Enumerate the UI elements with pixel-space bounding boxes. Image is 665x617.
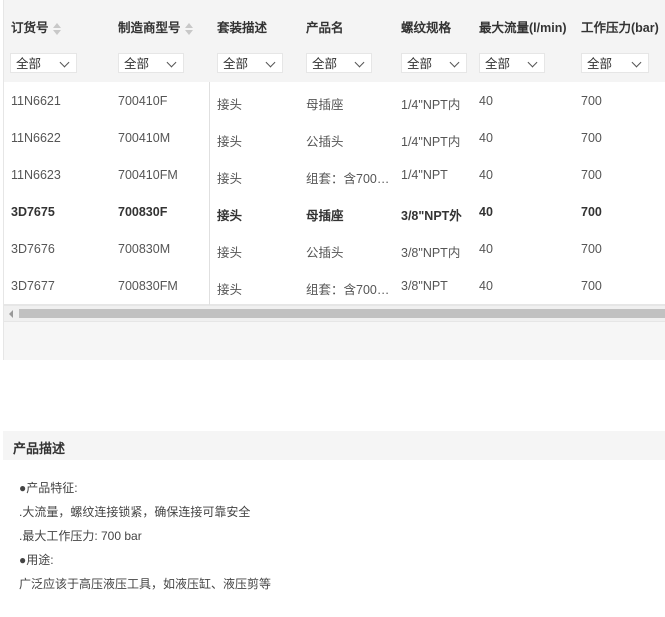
table-cell: 700830F (118, 205, 168, 219)
table-cell: 11N6622 (11, 131, 61, 145)
table-cell: 接头 (217, 135, 243, 149)
table-cell: 700410FM (118, 168, 178, 182)
chevron-down-icon (166, 57, 177, 68)
column-header-product-name: 产品名 (306, 21, 344, 35)
filter-select-manufacturer-model[interactable]: 全部 (118, 53, 184, 73)
description-line: 广泛应该于高压液压工具，如液压缸、液压剪等 (19, 577, 272, 591)
table-cell: 母插座 (306, 209, 344, 223)
description-line: .大流量，螺纹连接锁紧，确保连接可靠安全 (19, 505, 251, 519)
table-row[interactable]: 3D7677 700830FM 接头 组套：含700… 3/8"NPT 40 700 (4, 267, 665, 305)
chevron-down-icon (527, 57, 538, 68)
table-cell: 700410M (118, 131, 171, 145)
table-row[interactable]: 11N6623 700410FM 接头 组套：含700… 1/4"NPT 40 700 (4, 156, 665, 194)
table-cell: 3/8"NPT外 (401, 209, 462, 223)
table-row[interactable]: 11N6621 700410F 接头 母插座 1/4"NPT内 40 700 (4, 82, 665, 120)
table-cell: 3D7676 (11, 242, 55, 256)
product-table: 订货号 制造商型号 套装描述 产品名 螺纹规格 最大流量(l/min) 工作压力… (3, 0, 665, 360)
table-cell: 公插头 (306, 135, 344, 149)
table-cell: 1/4"NPT内 (401, 98, 461, 112)
filter-select-kit-description[interactable]: 全部 (217, 53, 283, 73)
table-row[interactable]: 3D7675 700830F 接头 母插座 3/8"NPT外 40 700 (4, 193, 665, 231)
table-cell: 母插座 (306, 98, 344, 112)
table-cell: 700 (581, 168, 602, 182)
table-cell: 接头 (217, 246, 243, 260)
column-header-order-no[interactable]: 订货号 (11, 17, 62, 36)
table-cell: 700 (581, 94, 602, 108)
filter-select-product-name[interactable]: 全部 (306, 53, 372, 73)
description-line: ●用途: (19, 553, 54, 567)
table-cell: 3/8"NPT (401, 279, 448, 293)
table-cell: 3D7675 (11, 205, 55, 219)
table-cell: 11N6623 (11, 168, 61, 182)
table-cell: 3/8"NPT内 (401, 246, 461, 260)
frozen-column-divider (209, 82, 210, 305)
description-header: 产品描述 (3, 431, 665, 460)
description-title: 产品描述 (13, 441, 66, 456)
table-cell: 3D7677 (11, 279, 55, 293)
chevron-down-icon (449, 57, 460, 68)
table-cell: 40 (479, 168, 493, 182)
table-cell: 公插头 (306, 246, 344, 260)
filter-select-max-flow[interactable]: 全部 (479, 53, 545, 73)
table-cell: 11N6621 (11, 94, 61, 108)
sort-icon[interactable] (52, 22, 62, 36)
table-cell: 40 (479, 279, 493, 293)
column-header-kit-description: 套装描述 (217, 21, 268, 35)
horizontal-scrollbar[interactable] (4, 305, 665, 321)
filter-select-working-pressure[interactable]: 全部 (581, 53, 649, 73)
table-cell: 40 (479, 242, 493, 256)
table-cell: 接头 (217, 283, 243, 297)
table-cell: 40 (479, 205, 493, 219)
table-cell: 700410F (118, 94, 168, 108)
table-cell: 700 (581, 242, 602, 256)
table-cell: 40 (479, 131, 493, 145)
sort-icon[interactable] (184, 22, 194, 36)
table-cell: 接头 (217, 209, 243, 223)
scrollbar-thumb[interactable] (19, 309, 665, 318)
column-header-manufacturer-model[interactable]: 制造商型号 (118, 17, 194, 36)
table-cell: 接头 (217, 98, 243, 112)
table-footer (4, 321, 665, 360)
chevron-down-icon (265, 57, 276, 68)
table-cell: 1/4"NPT (401, 168, 448, 182)
scroll-left-arrow-icon[interactable] (9, 310, 13, 318)
column-header-max-flow: 最大流量(l/min) (479, 21, 567, 35)
filter-select-thread-spec[interactable]: 全部 (401, 53, 467, 73)
table-cell: 700 (581, 131, 602, 145)
filter-select-order-no[interactable]: 全部 (10, 53, 77, 73)
chevron-down-icon (354, 57, 365, 68)
description-line: .最大工作压力: 700 bar (19, 529, 142, 543)
table-cell: 700 (581, 279, 602, 293)
table-row[interactable]: 11N6622 700410M 接头 公插头 1/4"NPT内 40 700 (4, 119, 665, 157)
table-row[interactable]: 3D7676 700830M 接头 公插头 3/8"NPT内 40 700 (4, 230, 665, 268)
column-header-thread-spec: 螺纹规格 (401, 21, 452, 35)
column-header-working-pressure: 工作压力(bar) (581, 21, 659, 35)
description-line: ●产品特征: (19, 481, 78, 495)
table-cell: 接头 (217, 172, 243, 186)
table-header: 订货号 制造商型号 套装描述 产品名 螺纹规格 最大流量(l/min) 工作压力… (4, 0, 665, 44)
chevron-down-icon (59, 57, 70, 68)
table-cell: 700830M (118, 242, 171, 256)
table-cell: 700830FM (118, 279, 178, 293)
table-cell: 40 (479, 94, 493, 108)
table-cell: 组套：含700… (306, 283, 390, 297)
table-cell: 700 (581, 205, 602, 219)
chevron-down-icon (631, 57, 642, 68)
table-cell: 组套：含700… (306, 172, 390, 186)
table-cell: 1/4"NPT内 (401, 135, 461, 149)
